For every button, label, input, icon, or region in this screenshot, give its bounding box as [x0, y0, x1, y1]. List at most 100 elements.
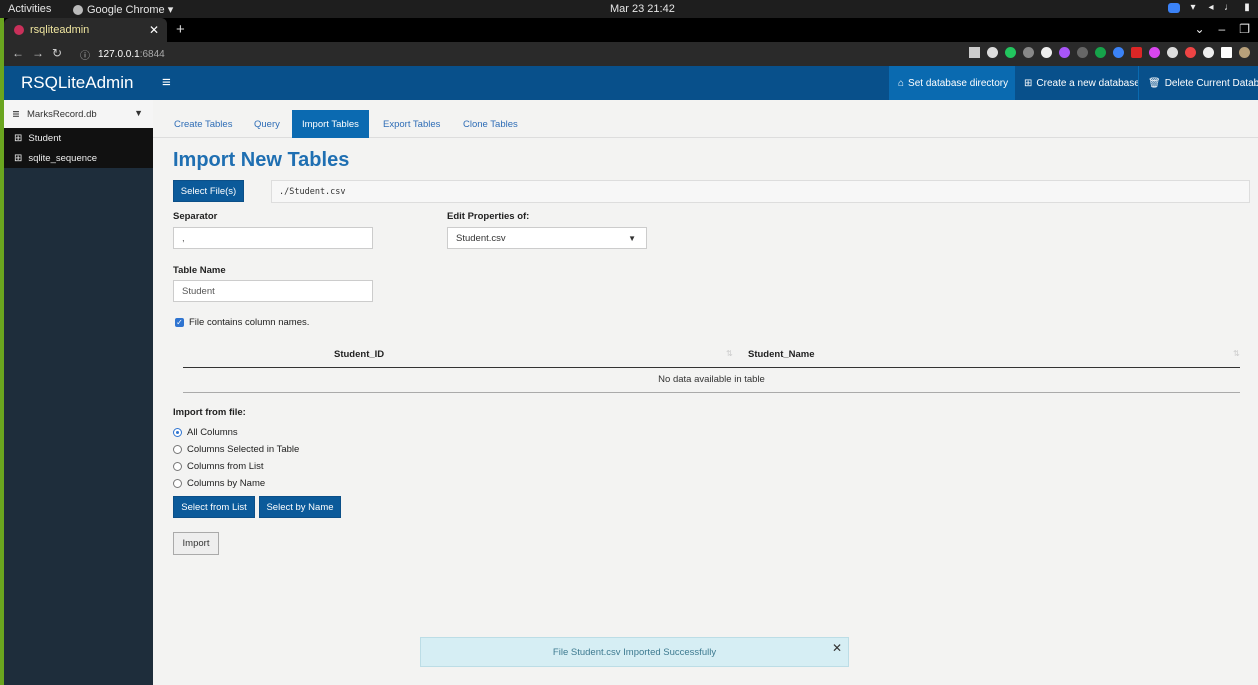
radio-selected-icon	[173, 428, 182, 437]
clock[interactable]: Mar 23 21:42	[610, 3, 675, 15]
radio-columns-from-list[interactable]: Columns from List	[173, 458, 299, 475]
send-icon[interactable]	[969, 47, 980, 58]
browser-tab-strip: rsqliteadmin ✕ + ⌄ – ❐	[4, 18, 1258, 42]
wifi-icon: ▾	[1190, 2, 1196, 13]
column-names-checkbox[interactable]: ✓ File contains column names.	[175, 317, 309, 328]
os-top-bar: Activities Google Chrome ▾ Mar 23 21:42 …	[0, 0, 1258, 18]
header-button-label: Delete Current Databas	[1164, 77, 1258, 89]
sidebar-item-sqlite-sequence[interactable]: ⊞ sqlite_sequence	[4, 148, 153, 168]
extension-icon[interactable]	[1185, 47, 1196, 58]
extension-icon[interactable]	[1095, 47, 1106, 58]
puzzle-icon[interactable]	[1203, 47, 1214, 58]
separator-input[interactable]: ,	[173, 227, 373, 249]
column-header-student-name[interactable]: Student_Name	[748, 349, 815, 360]
restore-icon[interactable]: ❐	[1239, 22, 1250, 36]
table-list: ⊞ Student ⊞ sqlite_sequence	[4, 128, 153, 168]
tab-query[interactable]: Query	[244, 110, 290, 138]
minimize-icon[interactable]: –	[1219, 22, 1226, 36]
new-tab-icon[interactable]: +	[176, 21, 185, 38]
radio-label: All Columns	[187, 427, 238, 438]
select-by-name-button[interactable]: Select by Name	[259, 496, 341, 518]
table-header: Student_ID ⇅ Student_Name ⇅	[183, 342, 1240, 368]
trash-icon: 🗑	[1148, 77, 1161, 89]
reload-icon[interactable]: ↻	[52, 46, 62, 60]
browser-toolbar: ← → ↻ ⓘ 127.0.0.1:6844	[4, 42, 1258, 66]
activities-button[interactable]: Activities	[8, 3, 51, 15]
set-database-directory-button[interactable]: ⌂ Set database directory	[889, 66, 1018, 100]
sort-icon[interactable]: ⇅	[726, 349, 733, 358]
battery-icon: ▮	[1244, 2, 1250, 13]
app-header: RSQLiteAdmin ≡ ⌂ Set database directory …	[4, 66, 1258, 100]
select-from-list-button[interactable]: Select from List	[173, 496, 255, 518]
avatar[interactable]	[1239, 47, 1250, 58]
import-button[interactable]: Import	[173, 532, 219, 555]
url-host: 127.0.0.1	[98, 48, 140, 60]
extension-icon[interactable]	[1059, 47, 1070, 58]
tab-export-tables[interactable]: Export Tables	[373, 110, 450, 138]
notification-toast: File Student.csv Imported Successfully ✕	[420, 637, 849, 667]
sidebar-item-label: sqlite_sequence	[28, 152, 98, 164]
create-database-button[interactable]: ⊞ Create a new database	[1014, 66, 1149, 100]
extension-icon[interactable]	[1113, 47, 1124, 58]
window-controls: ⌄ – ❐	[1194, 22, 1250, 36]
edit-properties-select[interactable]: Student.csv ▼	[447, 227, 647, 249]
close-icon[interactable]: ✕	[832, 641, 842, 655]
notification-message: File Student.csv Imported Successfully	[552, 646, 717, 658]
table-icon: ⊞	[14, 152, 23, 164]
database-icon: ≣	[12, 108, 20, 120]
extension-icon[interactable]	[1005, 47, 1016, 58]
checkbox-label: File contains column names.	[189, 317, 310, 328]
column-header-student-id[interactable]: Student_ID	[334, 349, 384, 360]
database-name: MarksRecord.db	[26, 108, 97, 120]
star-icon[interactable]	[987, 47, 998, 58]
radio-all-columns[interactable]: All Columns	[173, 424, 299, 441]
system-tray[interactable]: ▾ ◂ ♩ ▮	[1168, 2, 1252, 14]
video-icon	[1168, 3, 1180, 13]
select-files-button[interactable]: Select File(s)	[173, 180, 244, 202]
hamburger-icon[interactable]: ≡	[162, 74, 171, 91]
app-menu[interactable]: Google Chrome ▾	[73, 3, 173, 16]
radio-columns-by-name[interactable]: Columns by Name	[173, 475, 299, 492]
tab-clone-tables[interactable]: Clone Tables	[453, 110, 528, 138]
radio-label: Columns from List	[187, 461, 264, 472]
plus-square-icon: ⊞	[1024, 77, 1033, 89]
sort-icon[interactable]: ⇅	[1233, 349, 1240, 358]
extension-icon[interactable]	[1077, 47, 1088, 58]
app-logo: RSQLiteAdmin	[21, 73, 134, 92]
mic-icon: ♩	[1224, 2, 1234, 13]
database-select[interactable]: ≣ MarksRecord.db ▼	[4, 100, 153, 128]
extension-icon[interactable]	[1167, 47, 1178, 58]
empty-table-message: No data available in table	[183, 368, 1240, 393]
extension-icon[interactable]	[1149, 47, 1160, 58]
radio-icon	[173, 445, 182, 454]
tab-import-tables[interactable]: Import Tables	[292, 110, 369, 138]
address-bar[interactable]: ⓘ 127.0.0.1:6844	[72, 45, 1072, 63]
chevron-down-icon[interactable]: ⌄	[1194, 22, 1204, 36]
edit-properties-value: Student.csv	[456, 232, 506, 244]
header-button-label: Create a new database	[1036, 77, 1140, 89]
delete-database-button[interactable]: 🗑 Delete Current Databas	[1138, 66, 1258, 100]
favicon-icon	[14, 25, 24, 35]
forward-icon[interactable]: →	[32, 46, 44, 60]
sidebar: ≣ MarksRecord.db ▼ ⊞ Student ⊞ sqlite_se…	[4, 100, 153, 685]
volume-icon: ◂	[1208, 2, 1214, 13]
extension-icon[interactable]	[1041, 47, 1052, 58]
header-button-label: Set database directory	[908, 77, 1009, 89]
extensions-bar	[969, 47, 1250, 58]
back-icon[interactable]: ←	[12, 46, 24, 60]
radio-icon	[173, 479, 182, 488]
page-title: Import New Tables	[173, 149, 350, 171]
tab-create-tables[interactable]: Create Tables	[164, 110, 242, 138]
close-icon[interactable]: ✕	[149, 23, 159, 37]
radio-label: Columns by Name	[187, 478, 266, 489]
extension-icon[interactable]	[1131, 47, 1142, 58]
sidepanel-icon[interactable]	[1221, 47, 1232, 58]
chevron-down-icon: ▼	[134, 108, 143, 118]
sidebar-item-student[interactable]: ⊞ Student	[4, 128, 153, 148]
table-name-input[interactable]: Student	[173, 280, 373, 302]
radio-columns-selected-in-table[interactable]: Columns Selected in Table	[173, 441, 299, 458]
extension-icon[interactable]	[1023, 47, 1034, 58]
browser-tab[interactable]: rsqliteadmin ✕	[4, 18, 167, 42]
table-name-label: Table Name	[173, 265, 226, 276]
url-port: :6844	[139, 48, 165, 60]
